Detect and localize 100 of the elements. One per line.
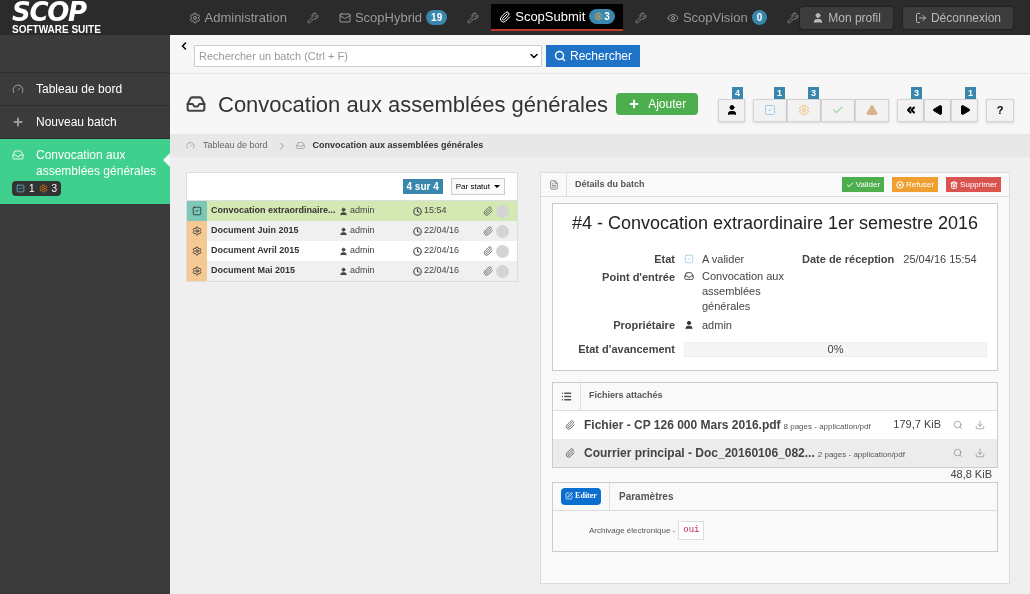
progress-reading: 0% bbox=[827, 342, 844, 356]
gear-icon bbox=[38, 184, 48, 193]
file-meta: 8 pages - application/pdf bbox=[783, 420, 871, 433]
download-icon[interactable] bbox=[975, 419, 985, 430]
left-triangle-icon bbox=[931, 104, 944, 116]
panel-title: Fichiers attachés bbox=[589, 389, 663, 403]
gauge-icon bbox=[12, 83, 24, 95]
wrench-icon[interactable] bbox=[787, 11, 800, 24]
file-meta: 2 pages - application/pdf bbox=[817, 448, 905, 461]
paperclip-icon bbox=[565, 447, 575, 458]
clock-icon bbox=[413, 206, 422, 216]
sidebar-label: Nouveau batch bbox=[36, 114, 117, 130]
account-button[interactable]: Mon profil bbox=[799, 5, 894, 30]
batch-row[interactable]: Document Juin 2015 admin 22/04/16 bbox=[187, 221, 517, 241]
sidebar-label: Tableau de bord bbox=[36, 81, 123, 97]
logo-title: SCOP bbox=[12, 0, 86, 24]
file-row[interactable]: Courrier principal - Doc_20160106_082... 2 pages - application/pdf bbox=[553, 438, 997, 467]
gear-icon bbox=[188, 11, 201, 24]
user-icon bbox=[684, 319, 694, 330]
search-button[interactable]: Rechercher bbox=[546, 45, 641, 67]
double-chevron-icon bbox=[904, 104, 917, 116]
checkbox-icon bbox=[684, 254, 694, 265]
user-icon bbox=[339, 266, 348, 276]
count-badge: 4 bbox=[732, 86, 743, 99]
list-icon bbox=[561, 390, 572, 402]
user-icon bbox=[339, 226, 348, 236]
file-name: Fichier - CP 126 000 Mars 2016.pdf bbox=[584, 416, 781, 434]
cross-icon bbox=[896, 180, 905, 189]
wrench-icon[interactable] bbox=[306, 11, 319, 24]
toolbar-button[interactable] bbox=[951, 98, 978, 122]
param-value: oui bbox=[678, 520, 705, 541]
count-badge: 4 sur 4 bbox=[402, 179, 443, 194]
search-icon[interactable] bbox=[953, 447, 963, 458]
count-badge: 3 bbox=[808, 86, 819, 99]
batch-name: Document Juin 2015 bbox=[210, 224, 300, 238]
clock-icon bbox=[413, 266, 422, 276]
gauge-icon bbox=[186, 141, 195, 150]
batch-time: 22/04/16 bbox=[424, 244, 460, 258]
wrench-icon[interactable] bbox=[634, 11, 647, 24]
logo-subtitle: SOFTWARE SUITE bbox=[12, 24, 101, 35]
breadcrumb-link[interactable]: Convocation aux assemblées générales bbox=[312, 138, 484, 153]
checkbox-icon bbox=[192, 206, 202, 216]
count-badge: 19 bbox=[426, 10, 448, 25]
gear-icon bbox=[192, 226, 202, 236]
check-icon bbox=[832, 104, 844, 116]
inbox-icon bbox=[295, 141, 305, 150]
owner-value: admin bbox=[702, 317, 732, 333]
user-icon bbox=[339, 246, 348, 256]
state-value: A valider bbox=[702, 252, 745, 267]
toolbar-button[interactable]: ? bbox=[986, 98, 1014, 122]
batch-time: 22/04/16 bbox=[424, 264, 460, 278]
logout-icon bbox=[914, 11, 927, 24]
user-icon bbox=[339, 206, 348, 216]
batch-owner: admin bbox=[350, 264, 375, 278]
batch-owner: admin bbox=[350, 224, 375, 238]
wrench-icon[interactable] bbox=[467, 11, 480, 24]
gear-icon bbox=[192, 246, 202, 256]
count-value: 1 bbox=[29, 182, 35, 196]
sidebar-item[interactable]: Convocation aux assemblées générales 1 3 bbox=[0, 138, 170, 204]
file-row[interactable]: Fichier - CP 126 000 Mars 2016.pdf 8 pages - application/pdf 179,7 KiB bbox=[553, 410, 997, 439]
plus-icon bbox=[628, 98, 641, 110]
count-badge: 0 bbox=[751, 10, 768, 25]
clock-icon bbox=[413, 246, 422, 256]
panel-title: Détails du batch bbox=[575, 177, 645, 191]
count-badge: 3 bbox=[589, 9, 615, 24]
field-label: Point d'entrée bbox=[601, 269, 675, 285]
inbox-icon bbox=[12, 149, 24, 161]
batch-time: 15:54 bbox=[424, 204, 447, 218]
account-button[interactable]: Déconnexion bbox=[901, 5, 1014, 30]
toolbar-button[interactable] bbox=[924, 98, 951, 122]
eye-icon bbox=[666, 11, 679, 24]
inbox-icon bbox=[186, 94, 206, 114]
toolbar-button[interactable] bbox=[897, 98, 924, 122]
toolbar-button[interactable] bbox=[718, 98, 745, 122]
document-icon bbox=[548, 179, 559, 190]
check-icon bbox=[845, 180, 854, 189]
nav-tab[interactable]: ScopSubmit 3 bbox=[491, 4, 623, 31]
batch-owner: admin bbox=[350, 244, 375, 258]
count-value: 3 bbox=[51, 182, 58, 196]
warning-icon bbox=[866, 104, 878, 116]
trash-icon bbox=[950, 180, 959, 189]
checkbox-icon bbox=[764, 104, 776, 116]
sort-dropdown[interactable]: Par statut bbox=[450, 178, 505, 195]
nav-tab[interactable]: ScopVision 0 bbox=[658, 4, 776, 31]
gear-icon bbox=[192, 266, 202, 276]
edit-button[interactable]: Editer bbox=[561, 487, 601, 505]
user-icon bbox=[725, 104, 738, 116]
breadcrumb-link[interactable]: Tableau de bord bbox=[203, 138, 268, 153]
batch-row[interactable]: Convocation extraordinaire... admin 15:54 bbox=[187, 201, 517, 221]
action-button[interactable]: Supprimer bbox=[946, 177, 1001, 192]
batch-owner: admin bbox=[350, 204, 375, 218]
gear-icon bbox=[594, 12, 604, 21]
sidebar-label: Convocation aux assemblées générales bbox=[36, 147, 158, 179]
user-icon bbox=[812, 11, 825, 24]
batch-row[interactable]: Document Mai 2015 admin 22/04/16 bbox=[187, 261, 517, 281]
nav-tab[interactable]: ScopHybrid 19 bbox=[330, 4, 456, 31]
field-label: Date de réception bbox=[802, 252, 895, 267]
nav-tab[interactable]: Administration bbox=[180, 4, 295, 31]
search-icon[interactable] bbox=[953, 419, 963, 430]
field-label: Etat d'avancement bbox=[577, 342, 675, 357]
